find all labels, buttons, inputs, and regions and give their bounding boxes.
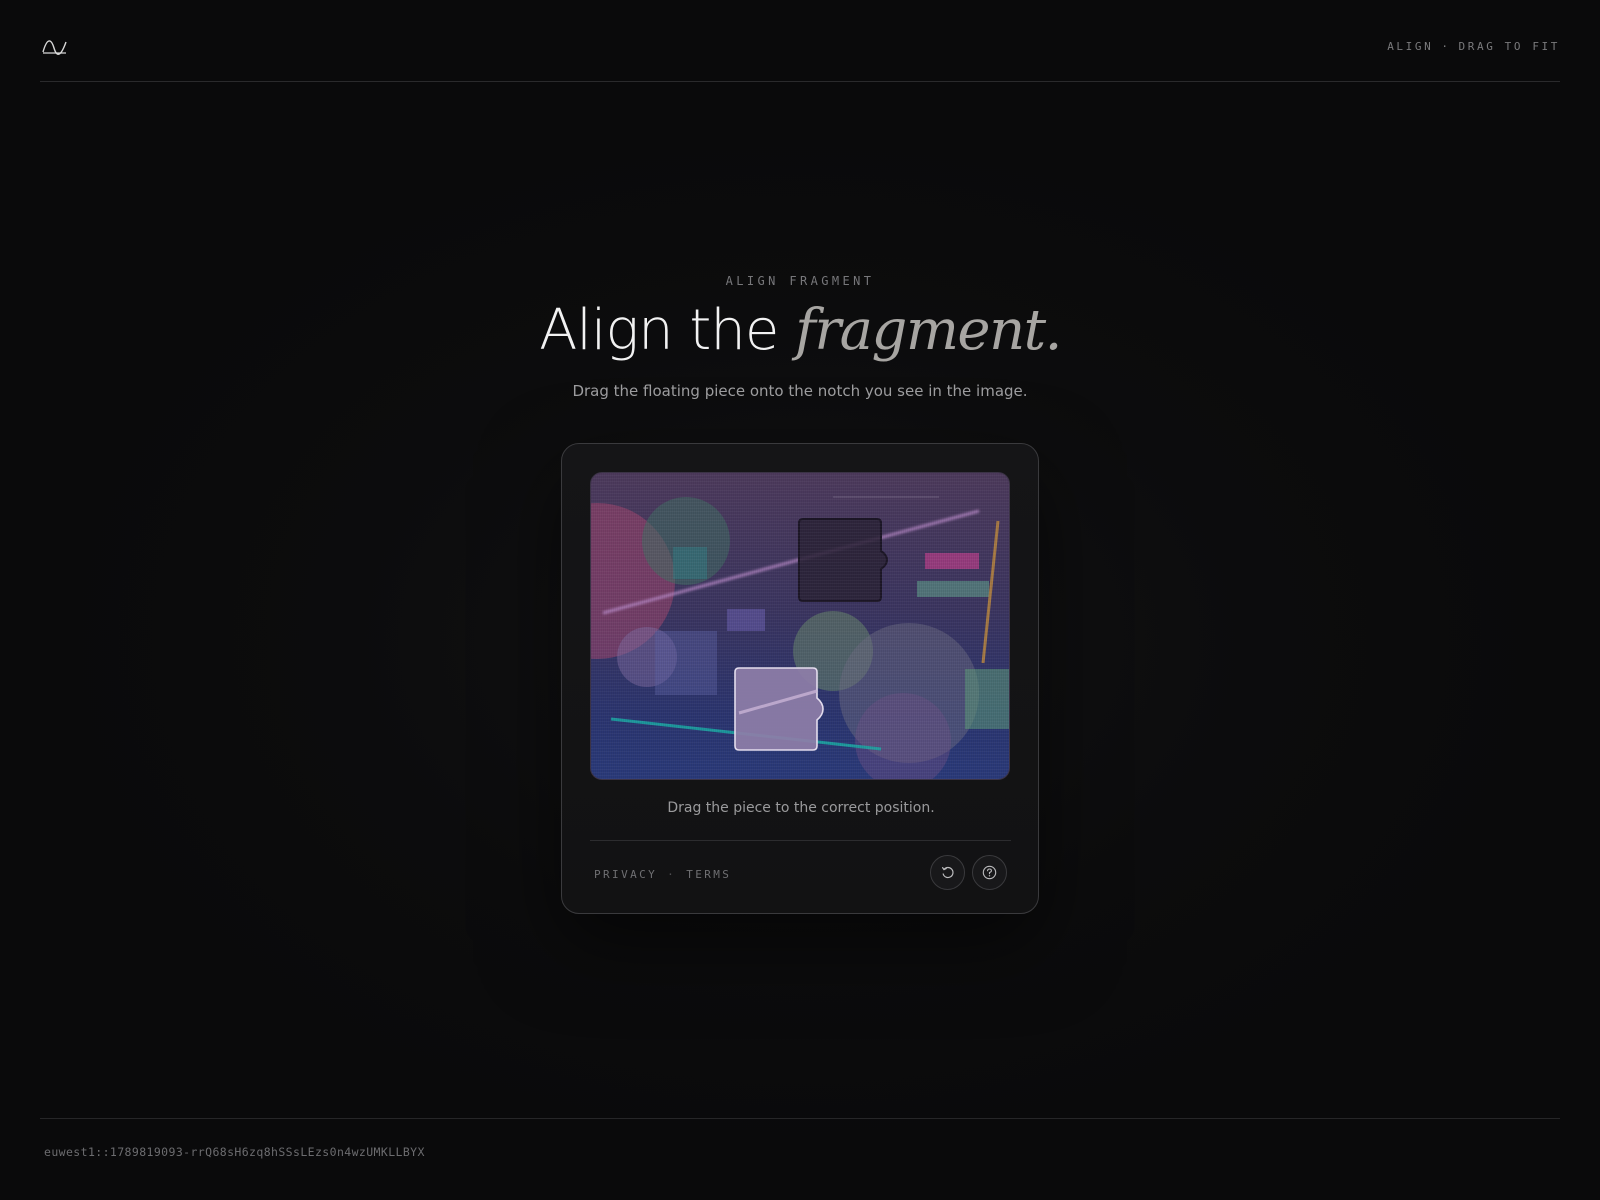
captcha-card: Drag the piece to the correct position. …: [561, 443, 1039, 914]
instruction-text: Drag the piece to the correct position.: [667, 800, 935, 816]
drag-piece[interactable]: [734, 667, 824, 751]
session-id: euwest1::1789819093-rrQ68sH6zq8hSSsLEzs0…: [44, 1145, 425, 1159]
header-status: ALIGN · DRAG TO FIT: [1387, 40, 1560, 53]
help-button[interactable]: [972, 855, 1007, 890]
title-plain: Align the: [539, 298, 796, 363]
terms-link[interactable]: TERMS: [686, 868, 731, 881]
wave-logo-icon[interactable]: [42, 36, 68, 56]
puzzle-image: [590, 472, 1010, 780]
top-bar: ALIGN · DRAG TO FIT: [40, 0, 1560, 82]
page-subtitle: Drag the floating piece onto the notch y…: [572, 382, 1028, 400]
card-divider: [590, 840, 1011, 841]
nav-secondary-label: DRAG TO FIT: [1458, 40, 1560, 53]
reload-button[interactable]: [930, 855, 965, 890]
reload-icon: [941, 866, 954, 878]
eyebrow-label: ALIGN FRAGMENT: [725, 274, 875, 288]
nav-primary-label: ALIGN: [1387, 40, 1434, 53]
title-accent: fragment.: [795, 298, 1062, 363]
help-icon: [982, 865, 997, 880]
nav-separator: ·: [1441, 40, 1451, 53]
footer-divider: [40, 1118, 1560, 1119]
card-links: PRIVACY · TERMS: [594, 868, 731, 881]
privacy-link[interactable]: PRIVACY: [594, 868, 657, 881]
page-title: Align the fragment.: [0, 298, 1600, 363]
links-separator: ·: [667, 868, 677, 881]
